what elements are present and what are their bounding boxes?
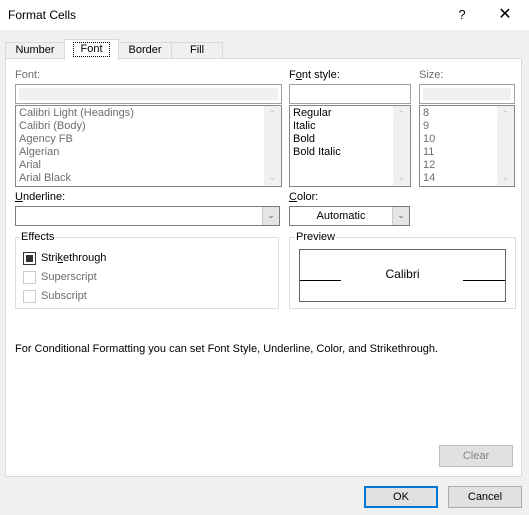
font-style-list-item[interactable]: Regular: [290, 107, 410, 120]
chevron-down-icon[interactable]: ⌄: [392, 207, 409, 225]
scroll-down-icon[interactable]: ⌄: [393, 169, 410, 186]
size-input[interactable]: [419, 84, 515, 104]
size-list[interactable]: 8 9 10 11 12 14 ⌃ ⌄: [419, 105, 515, 187]
subscript-label[interactable]: Subscript: [41, 290, 87, 302]
font-style-list[interactable]: Regular Italic Bold Bold Italic ⌃ ⌄: [289, 105, 411, 187]
subscript-checkbox[interactable]: [23, 290, 36, 303]
font-input[interactable]: [15, 84, 282, 104]
font-list-item[interactable]: Algerian: [16, 146, 281, 159]
scroll-up-icon[interactable]: ⌃: [497, 106, 514, 123]
font-style-input[interactable]: [289, 84, 411, 104]
font-list-item[interactable]: Calibri (Body): [16, 120, 281, 133]
underline-label: Underline:: [15, 191, 66, 203]
font-list-scrollbar[interactable]: ⌃ ⌄: [264, 106, 281, 186]
conditional-formatting-note: For Conditional Formatting you can set F…: [15, 343, 439, 355]
superscript-label[interactable]: Superscript: [41, 271, 97, 283]
font-list-item[interactable]: Calibri Light (Headings): [16, 107, 281, 120]
tab-font[interactable]: Font: [64, 39, 119, 60]
scroll-up-icon[interactable]: ⌃: [393, 106, 410, 123]
font-style-label: Font style:: [289, 69, 340, 81]
font-style-list-item[interactable]: Bold Italic: [290, 146, 410, 159]
font-list-item[interactable]: Arial: [16, 159, 281, 172]
dialog-title: Format Cells: [8, 8, 77, 22]
color-label: Color:: [289, 191, 319, 203]
scroll-down-icon[interactable]: ⌄: [497, 169, 514, 186]
close-icon: ✕: [498, 6, 512, 23]
effects-title: Effects: [20, 231, 56, 243]
underline-dropdown[interactable]: ⌄: [15, 206, 280, 226]
cancel-button[interactable]: Cancel: [448, 486, 522, 508]
font-style-list-item[interactable]: Bold: [290, 133, 410, 146]
preview-title: Preview: [295, 231, 337, 243]
tab-fill[interactable]: Fill: [171, 42, 223, 59]
size-list-scrollbar[interactable]: ⌃ ⌄: [497, 106, 514, 186]
chevron-down-icon[interactable]: ⌄: [262, 207, 279, 225]
color-dropdown[interactable]: Automatic ⌄: [289, 206, 410, 226]
font-tab-panel: Font: Calibri Light (Headings) Calibri (…: [5, 58, 522, 477]
font-list-item[interactable]: Agency FB: [16, 133, 281, 146]
strikethrough-label[interactable]: Strikethrough: [41, 252, 106, 264]
scroll-up-icon[interactable]: ⌃: [264, 106, 281, 123]
color-value: Automatic: [316, 210, 366, 222]
clear-button[interactable]: Clear: [439, 445, 513, 467]
tab-font-label: Font: [73, 42, 110, 57]
ok-button[interactable]: OK: [364, 486, 438, 508]
preview-sample-text: Calibri: [385, 267, 420, 281]
size-label: Size:: [419, 69, 444, 81]
help-button[interactable]: ?: [452, 5, 472, 25]
font-label: Font:: [15, 69, 41, 81]
preview-box: Calibri: [299, 249, 506, 302]
font-style-list-item[interactable]: Italic: [290, 120, 410, 133]
superscript-checkbox[interactable]: [23, 271, 36, 284]
font-style-list-scrollbar[interactable]: ⌃ ⌄: [393, 106, 410, 186]
font-list[interactable]: Calibri Light (Headings) Calibri (Body) …: [15, 105, 282, 187]
scroll-down-icon[interactable]: ⌄: [264, 169, 281, 186]
close-button[interactable]: ✕: [490, 4, 520, 26]
title-bar: [0, 0, 529, 30]
tab-number[interactable]: Number: [5, 42, 65, 59]
strikethrough-checkbox[interactable]: [23, 252, 36, 265]
font-list-item[interactable]: Arial Black: [16, 172, 281, 185]
tab-border[interactable]: Border: [118, 42, 172, 59]
